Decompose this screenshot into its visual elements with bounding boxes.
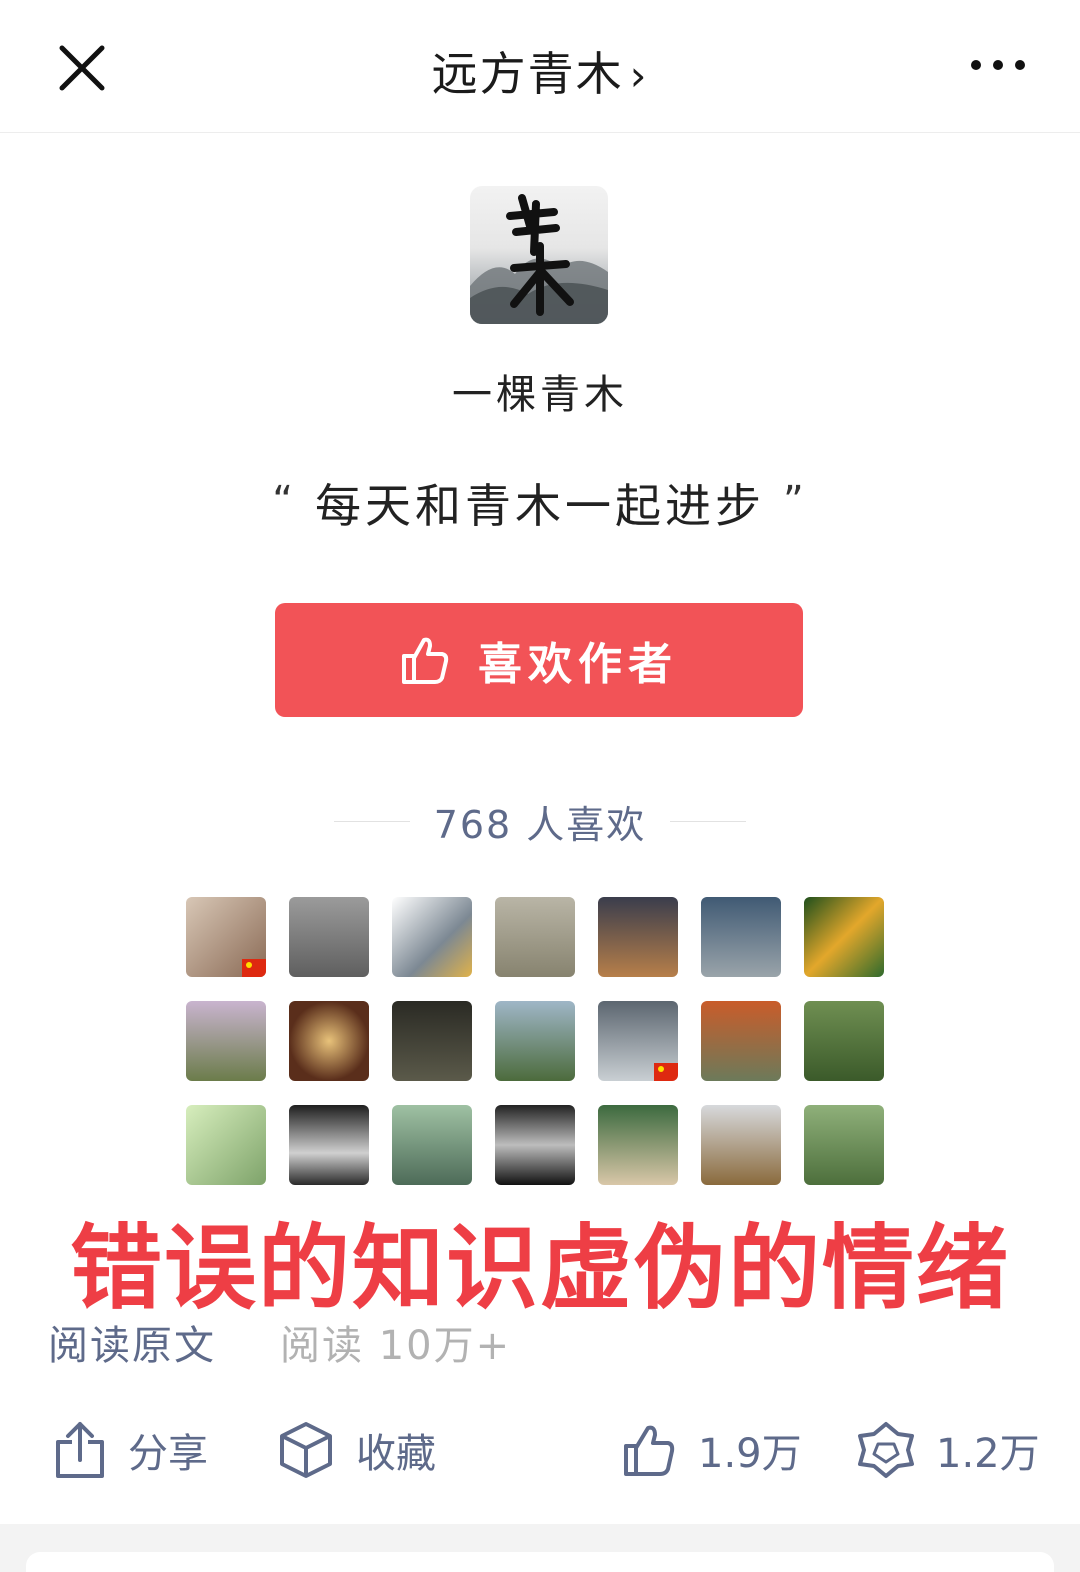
like-author-button[interactable]: 喜欢作者	[275, 603, 803, 717]
more-dots-icon	[971, 60, 1025, 70]
top-bar: 远方青木 ›	[0, 0, 1080, 133]
account-name: 远方青木	[431, 47, 624, 101]
likes-summary: 768 人喜欢	[0, 796, 1080, 847]
liker-avatar[interactable]	[598, 897, 678, 977]
share-label: 分享	[128, 1431, 208, 1477]
liker-avatar[interactable]	[392, 1105, 472, 1185]
likes-count: 768 人喜欢	[433, 802, 647, 847]
liker-avatar[interactable]	[186, 1001, 266, 1081]
liker-avatar[interactable]	[186, 897, 266, 977]
liker-avatar[interactable]	[804, 897, 884, 977]
liker-avatar[interactable]	[186, 1105, 266, 1185]
slogan-text: 每天和青木一起进步	[315, 479, 765, 533]
next-card	[26, 1552, 1054, 1572]
wow-count: 1.2万	[936, 1431, 1040, 1477]
liker-avatar[interactable]	[289, 1001, 369, 1081]
like-author-label: 喜欢作者	[478, 639, 678, 690]
favorite-label: 收藏	[356, 1431, 436, 1477]
article-end-page: 远方青木 › 一棵青木 “每天和青木一起进步” 喜欢作者 768 人喜欢 错误的…	[0, 0, 1080, 1572]
liker-avatar[interactable]	[392, 1001, 472, 1081]
author-name: 一棵青木	[452, 372, 628, 418]
wow-button[interactable]: 1.2万	[858, 1410, 1040, 1490]
more-button[interactable]	[968, 50, 1028, 80]
china-flag-icon	[242, 959, 266, 977]
author-avatar[interactable]	[470, 186, 608, 324]
chevron-right-icon: ›	[629, 51, 649, 100]
divider-right	[670, 820, 747, 822]
bottom-section	[0, 1524, 1080, 1572]
liker-avatar[interactable]	[495, 897, 575, 977]
liker-avatar[interactable]	[701, 1001, 781, 1081]
share-icon	[56, 1422, 104, 1478]
liker-avatar[interactable]	[598, 1001, 678, 1081]
reading-row: 阅读原文 阅读 10万+	[48, 1312, 511, 1372]
read-original-link[interactable]: 阅读原文	[48, 1313, 216, 1371]
liker-avatar[interactable]	[701, 897, 781, 977]
liker-avatar[interactable]	[289, 1105, 369, 1185]
favorite-button[interactable]: 收藏	[278, 1410, 436, 1490]
liker-avatar-grid	[186, 897, 884, 1185]
action-bar: 分享 收藏 1.9万 1.2万	[0, 1410, 1080, 1490]
account-title[interactable]: 远方青木 ›	[0, 38, 1080, 104]
read-count: 阅读 10万+	[280, 1323, 512, 1369]
liker-avatar[interactable]	[804, 1001, 884, 1081]
liker-avatar[interactable]	[701, 1105, 781, 1185]
thumbs-up-icon	[402, 637, 449, 684]
liker-avatar[interactable]	[392, 897, 472, 977]
ink-mountain-logo	[470, 194, 608, 324]
china-flag-icon	[654, 1063, 678, 1081]
like-count: 1.9万	[698, 1431, 802, 1477]
liker-avatar[interactable]	[495, 1105, 575, 1185]
liker-avatar[interactable]	[495, 1001, 575, 1081]
thumbs-up-icon	[624, 1425, 675, 1476]
cube-icon	[280, 1422, 332, 1478]
quote-close: ”	[783, 478, 808, 524]
author-slogan: “ 每天和青木一起进步 ”	[0, 470, 1080, 536]
liker-avatar[interactable]	[289, 897, 369, 977]
liker-avatar[interactable]	[598, 1105, 678, 1185]
share-button[interactable]: 分享	[54, 1410, 208, 1490]
liker-avatar[interactable]	[804, 1105, 884, 1185]
quote-open: “	[272, 478, 297, 524]
overlay-caption: 错误的知识虚伪的情绪	[69, 1215, 1010, 1322]
flower-icon	[858, 1422, 914, 1478]
like-button[interactable]: 1.9万	[622, 1410, 802, 1490]
divider-left	[333, 820, 410, 822]
